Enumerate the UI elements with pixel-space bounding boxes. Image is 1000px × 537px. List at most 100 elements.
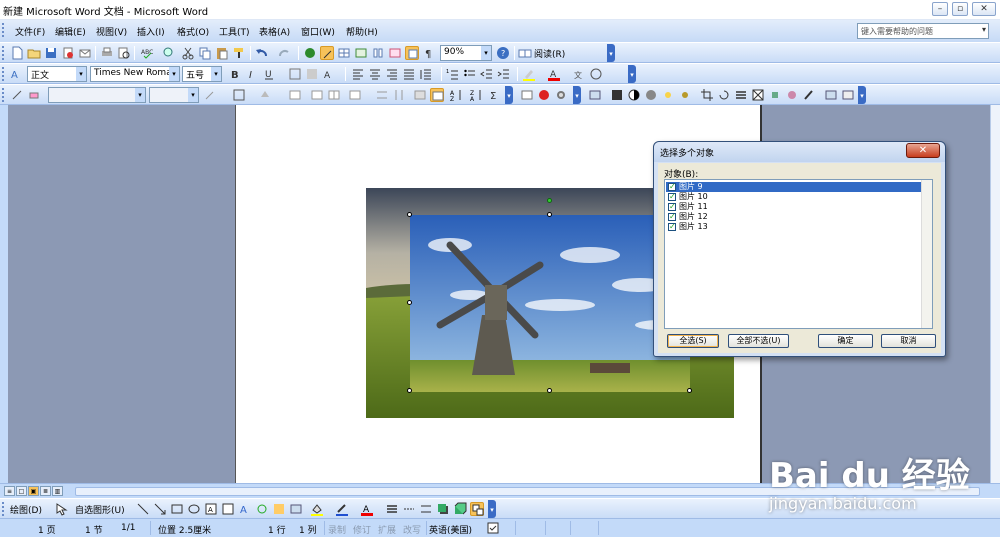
decrease-indent-icon[interactable]	[480, 67, 494, 81]
toolbar-grip[interactable]	[2, 502, 5, 516]
numbering-icon[interactable]: 1	[446, 67, 460, 81]
toolbar-options-icon[interactable]: ▾	[573, 86, 581, 104]
read-mode-button[interactable]: 阅读(R)	[534, 47, 565, 60]
character-shading-icon[interactable]	[305, 67, 319, 81]
line-style-icon[interactable]	[385, 502, 399, 516]
dash-style-icon[interactable]	[402, 502, 416, 516]
rotate-handle[interactable]	[547, 198, 552, 203]
checkbox[interactable]: ✓	[668, 183, 676, 191]
toolbar-grip[interactable]	[2, 23, 5, 37]
maximize-button[interactable]: ▫	[952, 2, 968, 16]
checkbox[interactable]: ✓	[668, 213, 676, 221]
ok-button[interactable]: 确定	[818, 334, 873, 348]
less-contrast-icon[interactable]	[644, 88, 658, 102]
insert-table-icon[interactable]	[288, 88, 302, 102]
rotate-icon[interactable]	[717, 88, 731, 102]
autoshapes-button[interactable]: 自选图形(U)	[75, 503, 125, 516]
list-item[interactable]: ✓ 图片 9	[666, 182, 921, 192]
reset-picture-icon[interactable]	[824, 88, 838, 102]
resize-handle[interactable]	[407, 388, 412, 393]
menu-help[interactable]: 帮助(H)	[346, 25, 378, 38]
permission-icon[interactable]	[61, 46, 75, 60]
toolbar-options-icon[interactable]: ▾	[607, 44, 615, 62]
objects-list[interactable]: ✓ 图片 9 ✓ 图片 10 ✓ 图片 11 ✓ 图片 12 ✓ 图片 13	[664, 179, 933, 329]
tables-borders-icon[interactable]	[320, 46, 334, 60]
menu-window[interactable]: 窗口(W)	[301, 25, 335, 38]
text-wrapping-icon[interactable]	[768, 88, 782, 102]
chevron-down-icon[interactable]: ▾	[982, 25, 986, 34]
undo-icon[interactable]	[255, 46, 269, 60]
windmill-picture[interactable]	[410, 215, 690, 392]
compress-pictures-icon[interactable]	[751, 88, 765, 102]
print-icon[interactable]	[100, 46, 114, 60]
close-window-button[interactable]: ✕	[972, 2, 996, 16]
chevron-down-icon[interactable]: ▾	[211, 67, 221, 81]
toolbar-options-icon[interactable]: ▾	[858, 86, 866, 104]
print-preview-icon[interactable]	[117, 46, 131, 60]
color-icon[interactable]	[610, 88, 624, 102]
shadow-style-icon[interactable]	[436, 502, 450, 516]
merge-cells-icon[interactable]	[310, 88, 324, 102]
menu-insert[interactable]: 插入(I)	[137, 25, 165, 38]
insert-picture-icon[interactable]	[520, 88, 534, 102]
chevron-down-icon[interactable]: ▾	[76, 67, 86, 81]
select-all-button[interactable]: 全选(S)	[667, 334, 719, 348]
columns-icon[interactable]	[371, 46, 385, 60]
format-picture-icon[interactable]	[785, 88, 799, 102]
cancel-button[interactable]: 取消	[881, 334, 936, 348]
line-icon[interactable]	[136, 502, 150, 516]
save-icon[interactable]	[44, 46, 58, 60]
help-icon[interactable]: ?	[496, 46, 510, 60]
character-scale-icon[interactable]: A	[322, 67, 336, 81]
draw-table-icon[interactable]	[10, 88, 24, 102]
email-icon[interactable]	[78, 46, 92, 60]
toolbar-grip[interactable]	[2, 46, 5, 60]
draw-menu-button[interactable]: 绘图(D)	[10, 503, 42, 516]
align-cell-icon[interactable]	[348, 88, 362, 102]
spelling-status-icon[interactable]	[486, 521, 500, 535]
status-extend[interactable]: 扩展	[378, 523, 396, 536]
select-multiple-objects-icon[interactable]	[470, 502, 484, 516]
bold-icon[interactable]: B	[228, 67, 242, 81]
sort-ascending-icon[interactable]: AZ	[450, 88, 464, 102]
insert-picture-icon[interactable]	[588, 88, 602, 102]
toolbar-options-icon[interactable]: ▾	[628, 65, 636, 83]
3d-style-icon[interactable]	[453, 502, 467, 516]
menu-view[interactable]: 视图(V)	[96, 25, 127, 38]
zoom-select[interactable]: 90% ▾	[440, 45, 492, 61]
paste-icon[interactable]	[215, 46, 229, 60]
normal-view-icon[interactable]: ≡	[4, 486, 15, 496]
research-icon[interactable]	[162, 46, 176, 60]
font-color-icon[interactable]: A	[360, 502, 374, 516]
list-item[interactable]: ✓ 图片 12	[666, 212, 921, 222]
menu-format[interactable]: 格式(O)	[177, 25, 209, 38]
insert-excel-icon[interactable]	[354, 46, 368, 60]
table-autoformat-icon[interactable]	[413, 88, 427, 102]
border-color-icon[interactable]	[203, 88, 217, 102]
resize-handle[interactable]	[547, 212, 552, 217]
copy-icon[interactable]	[198, 46, 212, 60]
select-none-button[interactable]: 全部不选(U)	[728, 334, 789, 348]
less-brightness-icon[interactable]	[678, 88, 692, 102]
line-style-icon[interactable]	[734, 88, 748, 102]
split-cells-icon[interactable]	[327, 88, 341, 102]
sort-descending-icon[interactable]: ZA	[470, 88, 484, 102]
outside-border-icon[interactable]	[232, 88, 246, 102]
list-item[interactable]: ✓ 图片 13	[666, 222, 921, 232]
status-overtype[interactable]: 改写	[403, 523, 421, 536]
list-item[interactable]: ✓ 图片 10	[666, 192, 921, 202]
toolbar-grip[interactable]	[2, 67, 5, 81]
character-border-icon[interactable]	[288, 67, 302, 81]
read-mode-icon[interactable]	[518, 46, 532, 60]
line-spacing-icon[interactable]	[419, 67, 433, 81]
line-style-select[interactable]: ▾	[48, 87, 146, 103]
menu-table[interactable]: 表格(A)	[259, 25, 290, 38]
more-brightness-icon[interactable]	[661, 88, 675, 102]
increase-indent-icon[interactable]	[497, 67, 511, 81]
phonetic-guide-icon[interactable]: 文	[572, 67, 586, 81]
resize-handle[interactable]	[407, 212, 412, 217]
fill-color-icon[interactable]	[310, 502, 324, 516]
font-size-select[interactable]: 五号 ▾	[182, 66, 222, 82]
open-folder-icon[interactable]	[27, 46, 41, 60]
italic-icon[interactable]: I	[245, 67, 259, 81]
